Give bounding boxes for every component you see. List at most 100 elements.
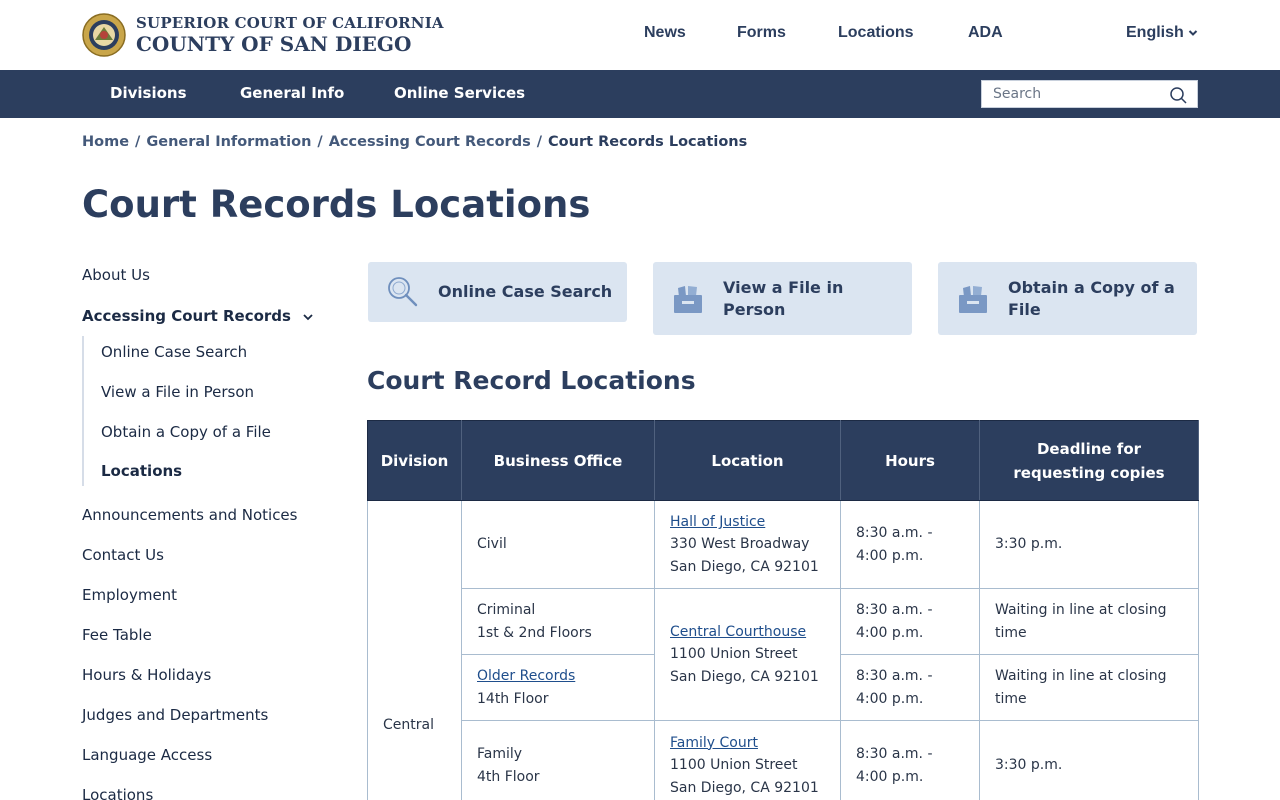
table-header-row: Division Business Office Location Hours …	[367, 420, 1199, 501]
address-line: 330 West Broadway	[670, 536, 810, 553]
address-line: 1100 Union Street	[670, 646, 798, 663]
search-icon[interactable]	[1169, 86, 1187, 104]
hours-cell: 8:30 a.m. - 4:00 p.m.	[840, 500, 980, 589]
location-link[interactable]: Central Courthouse	[670, 624, 806, 640]
office-link[interactable]: Older Records	[477, 668, 575, 684]
breadcrumb-current: Court Records Locations	[548, 134, 748, 150]
main-nav-online-services[interactable]: Online Services	[394, 84, 525, 102]
locations-table-wrapper: Division Business Office Location Hours …	[367, 420, 1199, 800]
card-label: Online Case Search	[438, 282, 613, 301]
column-header-division: Division	[367, 420, 462, 501]
sidebar-item-contact-us[interactable]: Contact Us	[82, 546, 164, 564]
search-input[interactable]	[982, 82, 1162, 106]
card-obtain-copy[interactable]: Obtain a Copy of a File	[938, 262, 1197, 335]
location-cell: Family Court 1100 Union Street San Diego…	[654, 720, 841, 800]
file-box-icon	[959, 286, 987, 313]
address-line: 1100 Union Street	[670, 757, 798, 774]
language-label: English	[1126, 24, 1184, 41]
hours-line: 4:00 p.m.	[856, 547, 924, 564]
column-header-hours: Hours	[840, 420, 980, 501]
office-cell: Civil	[461, 500, 655, 589]
site-header: SUPERIOR COURT OF CALIFORNIA COUNTY OF S…	[0, 0, 1280, 70]
sidebar-item-fee-table[interactable]: Fee Table	[82, 626, 152, 644]
office-name: Criminal	[477, 602, 536, 618]
main-nav-divisions[interactable]: Divisions	[110, 84, 187, 102]
card-online-case-search[interactable]: Online Case Search	[368, 262, 627, 322]
sidebar-subitem-online-case-search[interactable]: Online Case Search	[101, 343, 247, 361]
location-link[interactable]: Hall of Justice	[670, 514, 765, 530]
table-row: Central Civil Hall of Justice 330 West B…	[367, 500, 1199, 800]
hours-line: 4:00 p.m.	[856, 690, 924, 707]
office-cell: Family 4th Floor	[461, 720, 655, 800]
division-cell: Central	[367, 500, 462, 800]
sidebar-subitem-locations[interactable]: Locations	[101, 462, 182, 480]
office-cell: Older Records 14th Floor	[461, 654, 655, 721]
section-title: Court Record Locations	[367, 366, 696, 395]
sidebar-item-about-us[interactable]: About Us	[82, 266, 150, 284]
sidebar-submenu: Online Case Search View a File in Person…	[82, 336, 322, 486]
sidebar-item-locations[interactable]: Locations	[82, 786, 153, 800]
address-line: San Diego, CA 92101	[670, 558, 819, 575]
nav-locations-link[interactable]: Locations	[838, 24, 914, 42]
chevron-down-icon[interactable]	[302, 311, 314, 323]
location-cell: Hall of Justice 330 West Broadway San Di…	[654, 500, 841, 589]
address-line: San Diego, CA 92101	[670, 779, 819, 796]
page-title: Court Records Locations	[82, 183, 591, 226]
location-link[interactable]: Family Court	[670, 735, 758, 751]
sidebar-item-announcements[interactable]: Announcements and Notices	[82, 506, 297, 524]
magnifier-icon	[388, 277, 418, 307]
breadcrumb-separator: /	[317, 134, 323, 150]
hours-line: 8:30 a.m. -	[856, 668, 933, 684]
sidebar-item-accessing-court-records[interactable]: Accessing Court Records	[82, 307, 291, 325]
office-floor: 1st & 2nd Floors	[477, 624, 592, 641]
hours-cell: 8:30 a.m. - 4:00 p.m.	[840, 588, 980, 655]
location-cell: Central Courthouse 1100 Union Street San…	[654, 588, 841, 721]
chevron-down-icon	[1188, 30, 1197, 36]
sidebar-item-hours-holidays[interactable]: Hours & Holidays	[82, 666, 211, 684]
breadcrumb-separator: /	[135, 134, 141, 150]
office-cell: Criminal 1st & 2nd Floors	[461, 588, 655, 655]
hours-cell: 8:30 a.m. - 4:00 p.m.	[840, 654, 980, 721]
hours-line: 8:30 a.m. -	[856, 602, 933, 618]
hours-line: 4:00 p.m.	[856, 624, 924, 641]
nav-news-link[interactable]: News	[644, 24, 686, 42]
sidebar-item-language-access[interactable]: Language Access	[82, 746, 212, 764]
hours-line: 8:30 a.m. -	[856, 525, 933, 541]
office-floor: 4th Floor	[477, 768, 540, 785]
sidebar-subitem-obtain-copy[interactable]: Obtain a Copy of a File	[101, 423, 271, 441]
column-header-location: Location	[654, 420, 841, 501]
breadcrumb: Home / General Information / Accessing Court…	[82, 134, 747, 150]
sidebar-subitem-view-file[interactable]: View a File in Person	[101, 383, 254, 401]
card-view-file-in-person[interactable]: View a File in Person	[653, 262, 912, 335]
file-box-icon	[674, 286, 702, 313]
locations-table: Division Business Office Location Hours …	[367, 420, 1199, 800]
breadcrumb-home[interactable]: Home	[82, 134, 129, 150]
nav-ada-link[interactable]: ADA	[968, 24, 1003, 42]
deadline-cell: 3:30 p.m.	[979, 500, 1199, 589]
hours-cell: 8:30 a.m. - 4:00 p.m.	[840, 720, 980, 800]
main-nav: Divisions General Info Online Services	[0, 70, 1280, 118]
sidebar-item-employment[interactable]: Employment	[82, 586, 177, 604]
main-nav-general-info[interactable]: General Info	[240, 84, 344, 102]
hours-line: 8:30 a.m. -	[856, 746, 933, 762]
card-label: View a File in Person	[723, 278, 844, 319]
table-row: Criminal 1st & 2nd Floors Central Courth…	[368, 588, 1199, 721]
brand-name-line2[interactable]: COUNTY OF SAN DIEGO	[136, 32, 411, 56]
hours-line: 4:00 p.m.	[856, 768, 924, 785]
search-box	[981, 80, 1198, 108]
office-floor: 14th Floor	[477, 690, 549, 707]
language-selector[interactable]: English	[1126, 24, 1198, 42]
brand-name-line1[interactable]: SUPERIOR COURT OF CALIFORNIA	[136, 14, 444, 32]
column-header-business-office: Business Office	[461, 420, 655, 501]
nav-forms-link[interactable]: Forms	[737, 24, 786, 42]
court-seal-logo[interactable]	[82, 13, 126, 57]
address-line: San Diego, CA 92101	[670, 668, 819, 685]
deadline-cell: 3:30 p.m.	[979, 720, 1199, 800]
office-name: Family	[477, 746, 523, 762]
deadline-cell: Waiting in line at closing time	[979, 588, 1199, 655]
column-header-deadline: Deadline for requesting copies	[979, 420, 1199, 501]
sidebar-item-judges[interactable]: Judges and Departments	[82, 706, 268, 724]
table-row: Family 4th Floor Family Court 1100 Union…	[368, 720, 1199, 800]
breadcrumb-general-information[interactable]: General Information	[146, 134, 311, 150]
breadcrumb-accessing-court-records[interactable]: Accessing Court Records	[329, 134, 531, 150]
